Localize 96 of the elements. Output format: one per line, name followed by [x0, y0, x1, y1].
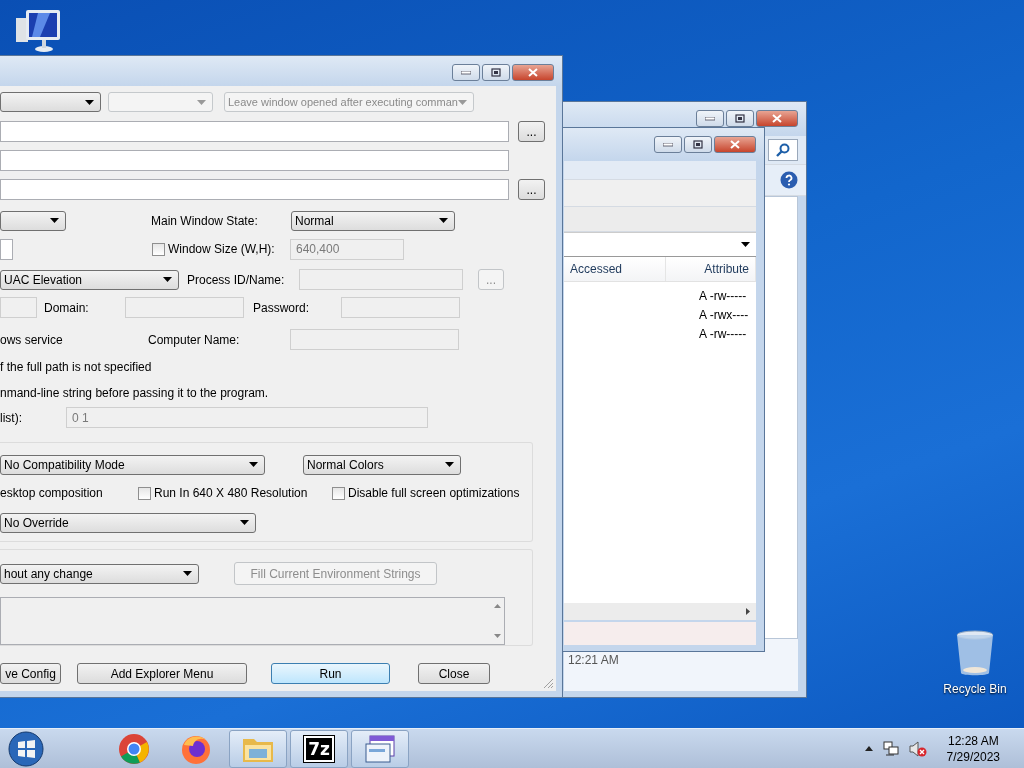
option-label: esktop composition: [0, 486, 104, 500]
clock-time[interactable]: 12:28 AM: [947, 732, 999, 749]
restore-icon: [735, 114, 745, 123]
dropdown[interactable]: No Compatibility Mode: [0, 454, 265, 475]
chrome-icon: [118, 732, 150, 765]
restore-button[interactable]: [482, 64, 510, 81]
text-area[interactable]: [0, 597, 505, 645]
checkbox[interactable]: [138, 486, 151, 500]
checkbox-label: Window Size (W,H):: [168, 242, 275, 256]
scroll-right-icon[interactable]: [746, 608, 750, 615]
checkbox-label: Disable full screen optimizations: [348, 486, 520, 500]
minimize-button[interactable]: [452, 64, 480, 81]
icon-label: Recycle Bin: [943, 682, 1007, 696]
table-cell: A -rwx----: [699, 307, 749, 322]
dialog-button[interactable]: Add Explorer Menu: [77, 663, 247, 684]
password-field[interactable]: [341, 297, 460, 318]
caret-icon: [741, 242, 750, 247]
checkbox[interactable]: [332, 486, 345, 500]
caret-icon: [458, 99, 467, 105]
dropdown[interactable]: [0, 210, 66, 231]
app-logo: 7z: [304, 735, 334, 762]
caret-icon: [445, 462, 454, 467]
text-field[interactable]: [0, 297, 37, 318]
dropdown[interactable]: Normal: [291, 210, 455, 231]
dropdown[interactable]: No Override: [0, 512, 256, 533]
scroll-down-icon[interactable]: [493, 634, 501, 638]
column-header[interactable]: Attribute: [666, 257, 756, 281]
resize-grip-icon[interactable]: [543, 678, 554, 689]
dropdown[interactable]: hout any change: [0, 563, 199, 584]
speaker-muted-icon[interactable]: [908, 740, 927, 757]
close-icon: [730, 140, 740, 149]
restore-button[interactable]: [726, 110, 754, 127]
minimize-button[interactable]: [654, 136, 682, 153]
dropdown[interactable]: [0, 92, 101, 112]
path-field[interactable]: [0, 121, 509, 142]
dialog-button[interactable]: Run: [271, 663, 390, 684]
option-label: nmand-line string before passing it to the program.: [0, 386, 269, 400]
option-label: ows service: [0, 332, 64, 347]
show-hidden-icons-icon[interactable]: [864, 746, 873, 751]
path-field[interactable]: [0, 150, 509, 171]
search-field[interactable]: [768, 139, 798, 161]
caret-icon: [50, 218, 59, 223]
restore-icon: [491, 68, 501, 77]
field-label: Password:: [253, 300, 311, 315]
table-cell: A -rw-----: [699, 326, 747, 341]
field-label: Domain:: [44, 300, 90, 315]
taskbar-button[interactable]: 7z: [290, 729, 348, 768]
help-icon[interactable]: [780, 171, 798, 189]
field-label: Main Window State:: [151, 213, 259, 228]
table-cell: A -rw-----: [699, 288, 747, 303]
minimize-button[interactable]: [696, 110, 724, 127]
domain-field[interactable]: [125, 297, 244, 318]
dropdown[interactable]: UAC Elevation: [0, 269, 179, 290]
caret-icon: [183, 571, 192, 576]
dropdown[interactable]: Normal Colors: [303, 454, 461, 475]
browse-button[interactable]: ...: [518, 121, 545, 142]
restore-button[interactable]: [684, 136, 712, 153]
path-field[interactable]: [0, 179, 509, 200]
network-icon[interactable]: [882, 740, 899, 757]
taskbar-button[interactable]: [351, 729, 409, 768]
caret-icon: [240, 520, 249, 525]
caret-icon: [249, 462, 258, 467]
field-label: Process ID/Name:: [187, 272, 286, 287]
browse-button[interactable]: ...: [518, 179, 545, 200]
app-window-icon: [364, 733, 396, 764]
caret-icon: [163, 277, 172, 282]
option-label: f the full path is not specified: [0, 360, 152, 374]
field-label: Computer Name:: [148, 332, 241, 347]
scroll-up-icon[interactable]: [493, 604, 501, 608]
caret-icon: [85, 99, 94, 105]
clock-date[interactable]: 7/29/2023: [946, 748, 1000, 765]
close-icon: [528, 68, 538, 77]
minimize-icon: [461, 70, 471, 75]
close-button[interactable]: [756, 110, 798, 127]
horizontal-scrollbar[interactable]: [564, 603, 756, 620]
computer-name-field[interactable]: [290, 329, 459, 350]
status-time: 12:21 AM: [568, 653, 619, 667]
minimize-icon: [705, 116, 715, 121]
recycle-bin-icon[interactable]: [955, 630, 995, 678]
taskbar-button[interactable]: [229, 729, 287, 768]
caret-icon: [439, 218, 448, 223]
checkbox-label: Run In 640 X 480 Resolution: [154, 486, 308, 500]
computer-icon[interactable]: [14, 8, 62, 54]
dialog-button[interactable]: Close: [418, 663, 490, 684]
field-label: list):: [0, 410, 23, 425]
close-icon: [772, 114, 782, 123]
search-icon: [776, 143, 790, 157]
column-header[interactable]: Accessed: [564, 257, 666, 281]
close-button[interactable]: [512, 64, 554, 81]
start-button[interactable]: [6, 729, 46, 768]
minimize-icon: [663, 142, 673, 147]
restore-icon: [693, 140, 703, 149]
caret-icon: [197, 99, 206, 105]
dialog-button[interactable]: ve Config: [0, 663, 61, 684]
text-field[interactable]: [0, 238, 13, 260]
close-button[interactable]: [714, 136, 756, 153]
